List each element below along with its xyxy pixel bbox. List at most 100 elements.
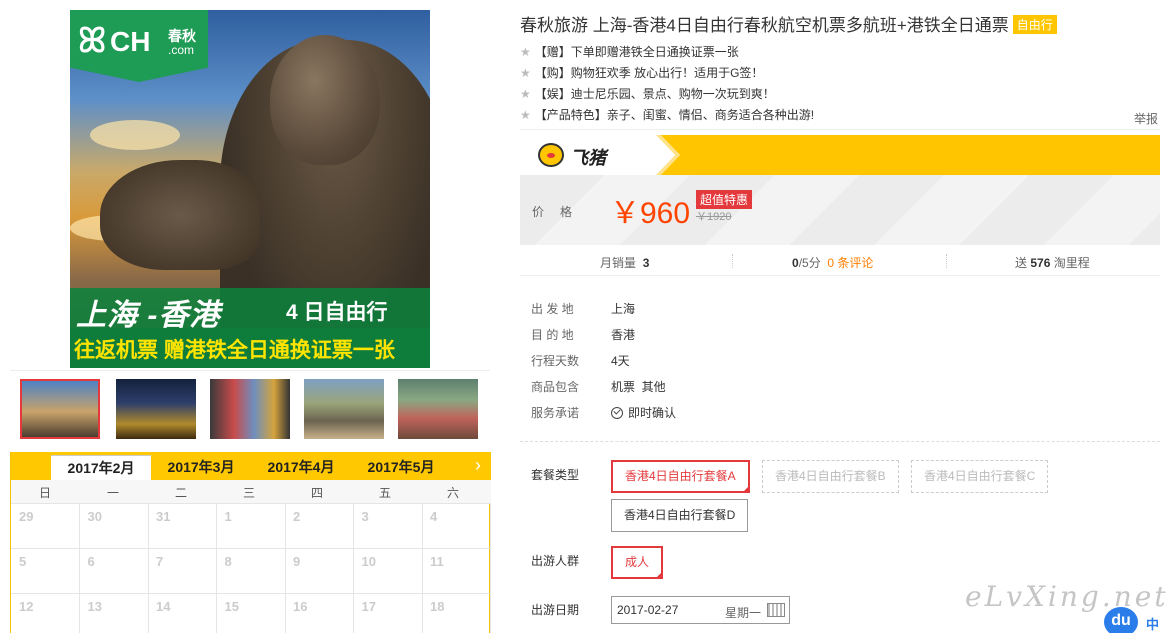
free-travel-badge: 自由行 [1012, 15, 1057, 34]
product-title: 春秋旅游 上海-香港4日自由行春秋航空机票多航班+港铁全日通票 自由行 [520, 11, 1057, 36]
weekday-label: 三 [242, 486, 255, 500]
fliggy-pig-icon [538, 143, 564, 167]
ime-du-icon[interactable]: du [1104, 607, 1138, 633]
calendar-day-number: 8 [224, 554, 232, 569]
star-icon: ★ [520, 87, 531, 101]
calendar-day-number: 9 [293, 554, 301, 569]
calendar-day-number: 18 [430, 599, 445, 614]
calendar-day-number: 29 [19, 509, 34, 524]
package-label: 套餐类型 [531, 468, 580, 482]
traveler-option-adult[interactable]: 成人 [611, 546, 664, 579]
calendar-day-number: 14 [156, 599, 171, 614]
thumbnail-strip [10, 370, 490, 450]
calendar-day-cell[interactable]: 29 [11, 504, 80, 549]
price-calendar: 2017年2月 2017年3月 2017年4月 2017年5月 › 日 一 二 … [10, 452, 491, 633]
calendar-day-cell[interactable]: 9 [285, 549, 354, 594]
calendar-day-number: 16 [293, 599, 308, 614]
calendar-day-cell[interactable]: 6 [79, 549, 149, 594]
promo-list: ★ 【赠】下单即赠港铁全日通换证票一张 ★ 【购】购物狂欢季 放心出行！适用于G签！… [520, 42, 1160, 126]
deal-badge: 超值特惠 [696, 190, 753, 209]
thumbnail-2[interactable] [116, 379, 196, 439]
calendar-day-number: 30 [87, 509, 102, 524]
platform-name: 飞猪 [570, 148, 606, 168]
report-link[interactable]: 举报 [1134, 110, 1158, 127]
watermark: eLvXing.net [965, 580, 1169, 613]
calendar-icon[interactable] [767, 603, 785, 617]
chevron-right-icon[interactable]: › [475, 454, 481, 476]
ime-language[interactable]: 中 [1146, 614, 1159, 633]
reviews-link[interactable]: 0 条评论 [827, 256, 873, 270]
divider [520, 441, 1160, 442]
promo-item: ★ 【购】购物狂欢季 放心出行！适用于G签！ [520, 66, 764, 80]
calendar-day-cell[interactable]: 1 [216, 504, 286, 549]
current-price: ￥960 [610, 197, 691, 230]
calendar-day-number: 2 [293, 509, 301, 524]
calendar-day-number: 3 [361, 509, 369, 524]
calendar-day-cell[interactable]: 4 [422, 504, 491, 549]
price-label: 价格 [532, 205, 589, 219]
travel-date-input[interactable]: 2017-02-27 星期一 [611, 596, 790, 624]
thumbnail-4[interactable] [304, 379, 384, 439]
weekday-label: 五 [378, 486, 391, 500]
calendar-day-number: 31 [156, 509, 171, 524]
calendar-day-cell[interactable]: 8 [216, 549, 286, 594]
calendar-day-cell[interactable]: 18 [422, 594, 491, 633]
calendar-day-cell[interactable]: 5 [11, 549, 80, 594]
calendar-day-number: 13 [87, 599, 102, 614]
weekday-label: 一 [106, 486, 119, 500]
tab-month-4[interactable]: 2017年5月 [351, 455, 451, 480]
original-price: ￥1920 [696, 211, 732, 223]
price-box: 价格 ￥960 超值特惠 ￥1920 [520, 175, 1160, 245]
package-option-c[interactable]: 香港4日自由行套餐C [911, 460, 1049, 493]
monthly-sales: 月销量 3 [600, 256, 650, 270]
calendar-day-cell[interactable]: 12 [11, 594, 80, 633]
package-option-d[interactable]: 香港4日自由行套餐D [611, 499, 749, 532]
promo-item: ★ 【娱】迪士尼乐园、景点、购物一次玩到爽！ [520, 87, 775, 101]
weekday-label: 日 [38, 486, 51, 500]
spring-logo: ꕤ CH 春秋 .com [70, 10, 208, 82]
calendar-day-cell[interactable]: 31 [148, 504, 217, 549]
calendar-day-cell[interactable]: 11 [422, 549, 491, 594]
calendar-day-cell[interactable]: 2 [285, 504, 354, 549]
calendar-month-tabs: 2017年2月 2017年3月 2017年4月 2017年5月 › [11, 452, 491, 480]
calendar-day-cell[interactable]: 30 [79, 504, 149, 549]
package-option-b[interactable]: 香港4日自由行套餐B [762, 460, 899, 493]
calendar-weekday-row: 日 一 二 三 四 五 六 [11, 480, 491, 504]
traveler-label: 出游人群 [531, 554, 580, 568]
calendar-day-cell[interactable]: 7 [148, 549, 217, 594]
platform-bar: 飞猪 [520, 135, 1160, 175]
calendar-day-cell[interactable]: 16 [285, 594, 354, 633]
check-circle-icon [611, 407, 623, 419]
calendar-day-number: 1 [224, 509, 232, 524]
thumbnail-3[interactable] [210, 379, 290, 439]
star-icon: ★ [520, 45, 531, 59]
rating: 0/5分 0 条评论 [792, 256, 874, 270]
weekday-label: 四 [310, 486, 323, 500]
package-option-a[interactable]: 香港4日自由行套餐A [611, 460, 750, 493]
thumbnail-1[interactable] [20, 379, 100, 439]
divider [520, 129, 1160, 130]
calendar-day-cell[interactable]: 13 [80, 594, 149, 633]
calendar-day-cell[interactable]: 15 [217, 594, 286, 633]
calendar-day-number: 15 [224, 599, 239, 614]
calendar-day-number: 10 [361, 554, 376, 569]
weekday-label: 二 [174, 486, 187, 500]
calendar-day-number: 12 [19, 599, 34, 614]
main-product-image[interactable]: ꕤ CH 春秋 .com 上海 -香港 4 日自由行 往返机票 赠港铁全日通换证… [70, 10, 430, 368]
star-icon: ★ [520, 66, 531, 80]
star-icon: ★ [520, 108, 531, 122]
image-banner-subtitle: 往返机票 赠港铁全日通换证票一张 [70, 328, 430, 368]
calendar-day-cell[interactable]: 14 [148, 594, 217, 633]
calendar-day-number: 5 [19, 554, 27, 569]
tab-month-3[interactable]: 2017年4月 [251, 455, 351, 480]
calendar-day-cell[interactable]: 3 [353, 504, 423, 549]
thumbnail-5[interactable] [398, 379, 478, 439]
calendar-day-cell[interactable]: 17 [354, 594, 423, 633]
tab-month-1[interactable]: 2017年2月 [51, 455, 151, 480]
date-label: 出游日期 [531, 603, 580, 617]
calendar-day-number: 4 [430, 509, 438, 524]
tab-month-2[interactable]: 2017年3月 [151, 455, 251, 480]
weekday-label: 六 [446, 486, 459, 500]
stats-bar: 月销量 3 0/5分 0 条评论 送 576 淘里程 [520, 248, 1160, 276]
calendar-day-cell[interactable]: 10 [353, 549, 423, 594]
